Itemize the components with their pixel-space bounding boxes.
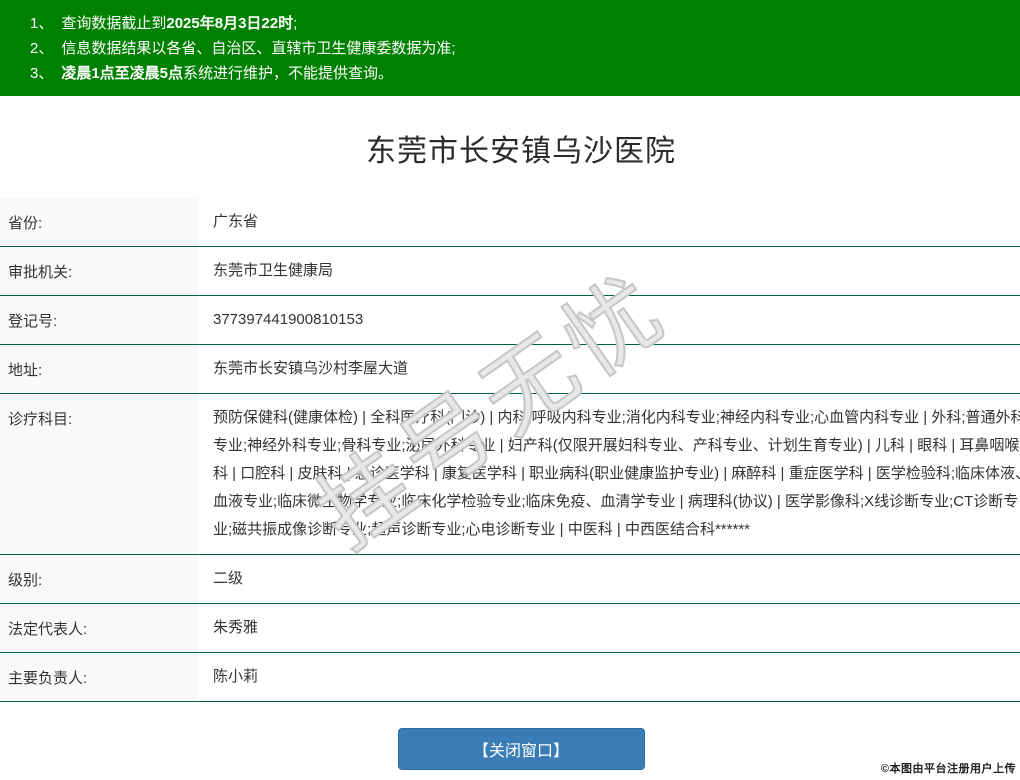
row-label: 地址: bbox=[0, 345, 197, 393]
table-row-legal-representative: 法定代表人: 朱秀雅 bbox=[0, 604, 1020, 653]
notice-text: 系统进行维护，不能提供查询。 bbox=[183, 65, 394, 82]
notice-text: 信息数据结果以各省、自治区、直辖市卫生健康委数据为准; bbox=[61, 40, 456, 57]
row-value: 377397441900810153 bbox=[213, 311, 364, 328]
row-value: 朱秀雅 bbox=[213, 619, 259, 636]
row-label: 省份: bbox=[0, 198, 197, 246]
notice-text-bold: 凌晨1点至凌晨5点 bbox=[61, 65, 184, 82]
row-value: 东莞市长安镇乌沙村李屋大道 bbox=[213, 360, 409, 377]
page: 1、 查询数据截止到2025年8月3日22时; 2、 信息数据结果以各省、自治区、直… bbox=[0, 0, 1020, 770]
close-window-button[interactable]: 【关闭窗口】 bbox=[397, 728, 645, 770]
table-row-main-responsible-person: 主要负责人: 陈小莉 bbox=[0, 653, 1020, 702]
row-value: 陈小莉 bbox=[213, 668, 259, 685]
row-label: 登记号: bbox=[0, 296, 197, 344]
row-value: 东莞市卫生健康局 bbox=[213, 262, 334, 279]
notice-line-2: 2、 信息数据结果以各省、自治区、直辖市卫生健康委数据为准; bbox=[30, 36, 1020, 61]
notice-line-number: 2、 bbox=[30, 40, 54, 57]
row-label: 诊疗科目: bbox=[0, 394, 197, 554]
table-row-province: 省份: 广东省 bbox=[0, 198, 1020, 247]
notice-line-number: 3、 bbox=[30, 65, 54, 82]
row-label: 级别: bbox=[0, 555, 197, 603]
table-row-medical-subjects: 诊疗科目: 预防保健科(健康体检) | 全科医疗科(门诊) | 内科;呼吸内科专… bbox=[0, 394, 1020, 555]
row-value: 二级 bbox=[213, 570, 244, 587]
row-label: 主要负责人: bbox=[0, 653, 197, 701]
notice-text: ; bbox=[293, 15, 298, 32]
image-attribution-text: ©本图由平台注册用户上传 bbox=[880, 763, 1016, 775]
notice-text: 查询数据截止到 bbox=[61, 15, 167, 32]
table-row-registration-number: 登记号: 377397441900810153 bbox=[0, 296, 1020, 345]
button-container: 【关闭窗口】 bbox=[0, 728, 1020, 770]
table-row-address: 地址: 东莞市长安镇乌沙村李屋大道 bbox=[0, 345, 1020, 394]
notice-text-bold: 2025年8月3日22时 bbox=[166, 15, 294, 32]
row-value: 广东省 bbox=[213, 213, 259, 230]
table-row-approval-authority: 审批机关: 东莞市卫生健康局 bbox=[0, 247, 1020, 296]
row-label: 法定代表人: bbox=[0, 604, 197, 652]
notice-banner: 1、 查询数据截止到2025年8月3日22时; 2、 信息数据结果以各省、自治区、直… bbox=[0, 0, 1020, 96]
notice-line-number: 1、 bbox=[30, 15, 54, 32]
notice-line-3: 3、 凌晨1点至凌晨5点系统进行维护，不能提供查询。 bbox=[30, 61, 1020, 86]
hospital-detail-table: 省份: 广东省 审批机关: 东莞市卫生健康局 登记号: 377397441900… bbox=[0, 198, 1020, 702]
hospital-title: 东莞市长安镇乌沙医院 bbox=[366, 135, 676, 168]
row-label: 审批机关: bbox=[0, 247, 197, 295]
notice-line-1: 1、 查询数据截止到2025年8月3日22时; bbox=[30, 11, 1020, 36]
table-row-level: 级别: 二级 bbox=[0, 555, 1020, 604]
row-value: 预防保健科(健康体检) | 全科医疗科(门诊) | 内科;呼吸内科专业;消化内科… bbox=[213, 409, 1020, 538]
